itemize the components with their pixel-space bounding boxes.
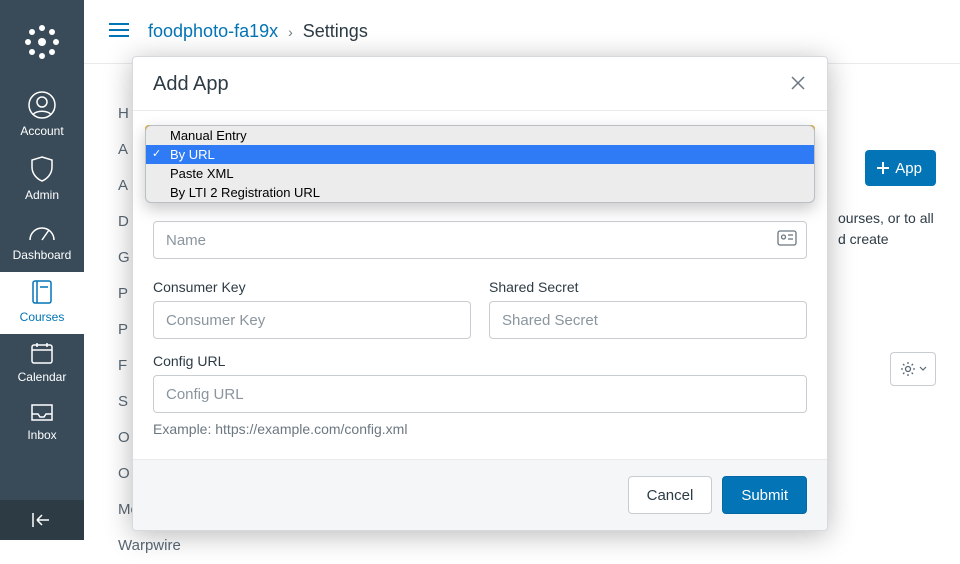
- config-url-field-group: Config URL Example: https://example.com/…: [153, 353, 807, 437]
- nav-collapse-button[interactable]: [0, 500, 84, 540]
- consumer-key-field-group: Consumer Key: [153, 273, 471, 339]
- nav-courses[interactable]: Courses: [0, 272, 84, 334]
- config-url-hint: Example: https://example.com/config.xml: [153, 421, 807, 437]
- nav-label: Calendar: [18, 370, 67, 384]
- name-input[interactable]: [153, 221, 807, 259]
- breadcrumb-separator: ›: [288, 24, 293, 40]
- breadcrumb-course-link[interactable]: foodphoto-fa19x: [148, 21, 278, 42]
- close-icon: [789, 74, 807, 92]
- nav-label: Courses: [20, 310, 65, 324]
- book-icon: [30, 278, 54, 306]
- shared-secret-label: Shared Secret: [489, 279, 807, 295]
- course-menu-toggle[interactable]: [108, 22, 130, 41]
- nav-label: Admin: [25, 188, 59, 202]
- configuration-type-menu: Manual Entry By URL Paste XML By LTI 2 R…: [145, 125, 815, 203]
- consumer-key-label: Consumer Key: [153, 279, 471, 295]
- calendar-icon: [29, 340, 55, 366]
- breadcrumb-bar: foodphoto-fa19x › Settings: [84, 0, 960, 64]
- shield-icon: [29, 154, 55, 184]
- add-app-button[interactable]: App: [865, 150, 936, 186]
- modal-title: Add App: [153, 73, 229, 96]
- brand-logo: [22, 22, 62, 62]
- modal-body: Manual Entry By URL Paste XML By LTI 2 R…: [133, 111, 827, 443]
- key-secret-row: Consumer Key Shared Secret: [153, 273, 807, 339]
- configuration-type-field: Manual Entry By URL Paste XML By LTI 2 R…: [145, 125, 815, 163]
- contact-card-icon: [777, 230, 797, 251]
- inbox-icon: [29, 400, 55, 424]
- nav-label: Dashboard: [13, 248, 72, 262]
- modal-footer: Cancel Submit: [133, 459, 827, 530]
- canvas-logo-icon: [22, 22, 62, 62]
- consumer-key-input[interactable]: [153, 301, 471, 339]
- name-field-group: [153, 221, 807, 259]
- nav-account[interactable]: Account: [0, 84, 84, 148]
- modal-close-button[interactable]: [789, 74, 807, 95]
- hamburger-icon: [108, 22, 130, 38]
- modal-header: Add App: [133, 57, 827, 111]
- user-icon: [27, 90, 57, 120]
- submit-button[interactable]: Submit: [722, 476, 807, 514]
- shared-secret-field-group: Shared Secret: [489, 273, 807, 339]
- nav-admin[interactable]: Admin: [0, 148, 84, 212]
- config-type-option-lti2[interactable]: By LTI 2 Registration URL: [146, 183, 814, 202]
- config-type-option-by-url[interactable]: By URL: [146, 145, 814, 164]
- config-url-label: Config URL: [153, 353, 807, 369]
- settings-gear-button[interactable]: [890, 352, 936, 386]
- nav-dashboard[interactable]: Dashboard: [0, 212, 84, 272]
- cancel-button[interactable]: Cancel: [628, 476, 713, 514]
- nav-label: Account: [20, 124, 63, 138]
- add-app-modal: Add App Manual Entry By URL Paste XML By…: [132, 56, 828, 531]
- config-url-input[interactable]: [153, 375, 807, 413]
- config-type-option-paste[interactable]: Paste XML: [146, 164, 814, 183]
- gauge-icon: [27, 218, 57, 244]
- background-text-fragment: ourses, or to all d create: [838, 208, 934, 250]
- nav-inbox[interactable]: Inbox: [0, 394, 84, 452]
- global-nav: Account Admin Dashboard Courses Calendar…: [0, 0, 84, 540]
- nav-label: Inbox: [27, 428, 56, 442]
- config-type-option-manual[interactable]: Manual Entry: [146, 126, 814, 145]
- breadcrumb-current: Settings: [303, 21, 368, 42]
- page-region: foodphoto-fa19x › Settings: [84, 0, 960, 64]
- nav-calendar[interactable]: Calendar: [0, 334, 84, 394]
- collapse-icon: [31, 511, 53, 529]
- plus-icon: [875, 160, 891, 176]
- shared-secret-input[interactable]: [489, 301, 807, 339]
- caret-down-icon: [919, 365, 927, 373]
- gear-icon: [900, 361, 916, 377]
